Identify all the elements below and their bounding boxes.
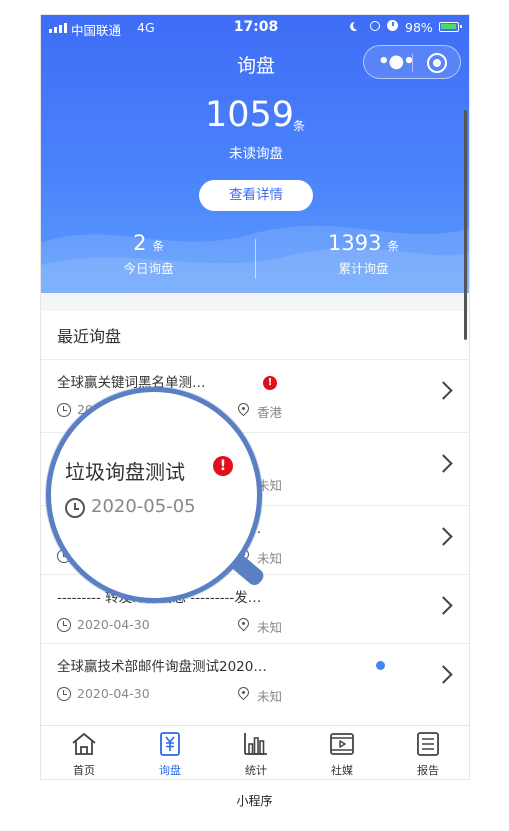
- clock-icon: [57, 687, 71, 701]
- tab-social-media[interactable]: 社媒: [299, 726, 385, 779]
- alarm-icon: [387, 20, 398, 31]
- inquiry-title: 垃圾询盘测试: [57, 448, 138, 464]
- clock-icon: [57, 476, 71, 490]
- inquiry-row[interactable]: --------- 转发邮件信息 ---------发… 2020-04-30 …: [41, 574, 469, 643]
- section-title: 最近询盘: [57, 327, 122, 346]
- inquiry-date: 2020-04-30: [77, 686, 150, 701]
- inquiry-row[interactable]: 全球赢关键词黑名单测… ! 2020-05-05 香港: [41, 359, 469, 428]
- alert-icon: !: [165, 449, 179, 463]
- tab-label: 统计: [245, 764, 267, 777]
- today-inquiries: 2条 今日询盘: [41, 231, 256, 277]
- tab-statistics[interactable]: 统计: [213, 726, 299, 779]
- location-pin-icon: [235, 615, 252, 632]
- location-pin-icon: [235, 546, 252, 563]
- phone-screen: 中国联通 4G 17:08 98% 询盘 •●• 1059 条 未读询盘 查看详…: [40, 14, 470, 780]
- tab-home[interactable]: 首页: [41, 726, 127, 779]
- view-details-button[interactable]: 查看详情: [199, 180, 313, 211]
- chevron-right-icon[interactable]: [434, 381, 453, 400]
- tab-report[interactable]: 报告: [385, 726, 469, 779]
- clock-icon: [57, 618, 71, 632]
- clock-icon: [57, 549, 71, 563]
- inquiry-title: 全球赢技术部邮件询盘测试2020…: [57, 659, 267, 675]
- inquiry-location: 未知: [257, 478, 283, 493]
- bar-chart-icon: [244, 733, 267, 755]
- tab-label: 询盘: [159, 764, 181, 777]
- tab-bar: 首页 询盘 统计 社媒 报告: [41, 725, 469, 779]
- report-icon: [417, 732, 439, 756]
- total-label: 累计询盘: [338, 261, 389, 276]
- chevron-right-icon[interactable]: [434, 454, 453, 473]
- inquiry-date: 2020-04-30: [77, 548, 150, 563]
- more-icon[interactable]: •●•: [378, 53, 415, 71]
- total-inquiries: 1393 条 累计询盘: [256, 231, 469, 277]
- unread-unit: 条: [293, 119, 306, 133]
- tab-inquiry[interactable]: 询盘: [127, 726, 213, 779]
- alert-icon: !: [263, 376, 277, 390]
- tab-label: 社媒: [331, 764, 353, 777]
- chevron-right-icon[interactable]: [434, 527, 453, 546]
- location-pin-icon: [235, 684, 252, 701]
- inquiry-location: 香港: [257, 405, 283, 420]
- yuan-document-icon: [160, 732, 180, 756]
- miniprogram-capsule[interactable]: •●•: [363, 45, 461, 79]
- home-icon: [72, 733, 96, 755]
- inquiry-row[interactable]: --------- 转发邮件信息 ---------发… 2020-04-30 …: [41, 505, 469, 574]
- total-unit: 条: [387, 239, 399, 253]
- inquiry-date: 2020-04-30: [77, 617, 150, 632]
- moon-icon: [353, 21, 362, 30]
- inquiry-row[interactable]: 全球赢技术部邮件询盘测试2020… 2020-04-30 未知: [41, 643, 469, 712]
- location-pin-icon: [235, 400, 252, 417]
- unread-dot: [376, 661, 385, 670]
- inquiry-title: --------- 转发邮件信息 ---------发…: [57, 590, 262, 606]
- location-pin-icon: [235, 473, 252, 490]
- unread-count: 1059: [205, 95, 295, 135]
- today-label: 今日询盘: [123, 261, 174, 276]
- battery-percent: 98%: [405, 20, 433, 35]
- inquiry-date: 2020-05-05: [77, 475, 150, 490]
- today-unit: 条: [152, 239, 164, 253]
- unread-label: 未读询盘: [229, 146, 283, 162]
- scrollbar[interactable]: [464, 110, 467, 340]
- close-target-icon[interactable]: [427, 53, 447, 73]
- status-bar: 中国联通 4G 17:08 98%: [41, 15, 469, 41]
- image-caption: 小程序: [236, 794, 273, 808]
- inquiry-title: 全球赢关键词黑名单测…: [57, 375, 206, 391]
- chevron-right-icon[interactable]: [434, 665, 453, 684]
- inquiry-row[interactable]: 垃圾询盘测试 ! 2020-05-05 未知: [41, 432, 469, 501]
- inquiry-location: 未知: [257, 551, 283, 566]
- capsule-divider: [412, 54, 413, 72]
- summary-header: 中国联通 4G 17:08 98% 询盘 •●• 1059 条 未读询盘 查看详…: [41, 15, 469, 293]
- battery-icon: [439, 22, 462, 32]
- inquiry-location: 未知: [257, 689, 283, 704]
- inquiry-date: 2020-05-05: [77, 402, 150, 417]
- tab-label: 报告: [417, 764, 439, 777]
- today-count: 2: [133, 231, 147, 255]
- total-count: 1393: [328, 231, 382, 255]
- recent-inquiries-panel: 最近询盘 全球赢关键词黑名单测… ! 2020-05-05 香港 垃圾询盘测试 …: [41, 311, 469, 725]
- inquiry-title: --------- 转发邮件信息 ---------发…: [57, 521, 262, 537]
- tab-label: 首页: [73, 764, 95, 777]
- inquiry-location: 未知: [257, 620, 283, 635]
- rotation-lock-icon: [370, 21, 380, 31]
- chevron-right-icon[interactable]: [434, 596, 453, 615]
- clock-icon: [57, 403, 71, 417]
- video-icon: [330, 733, 354, 755]
